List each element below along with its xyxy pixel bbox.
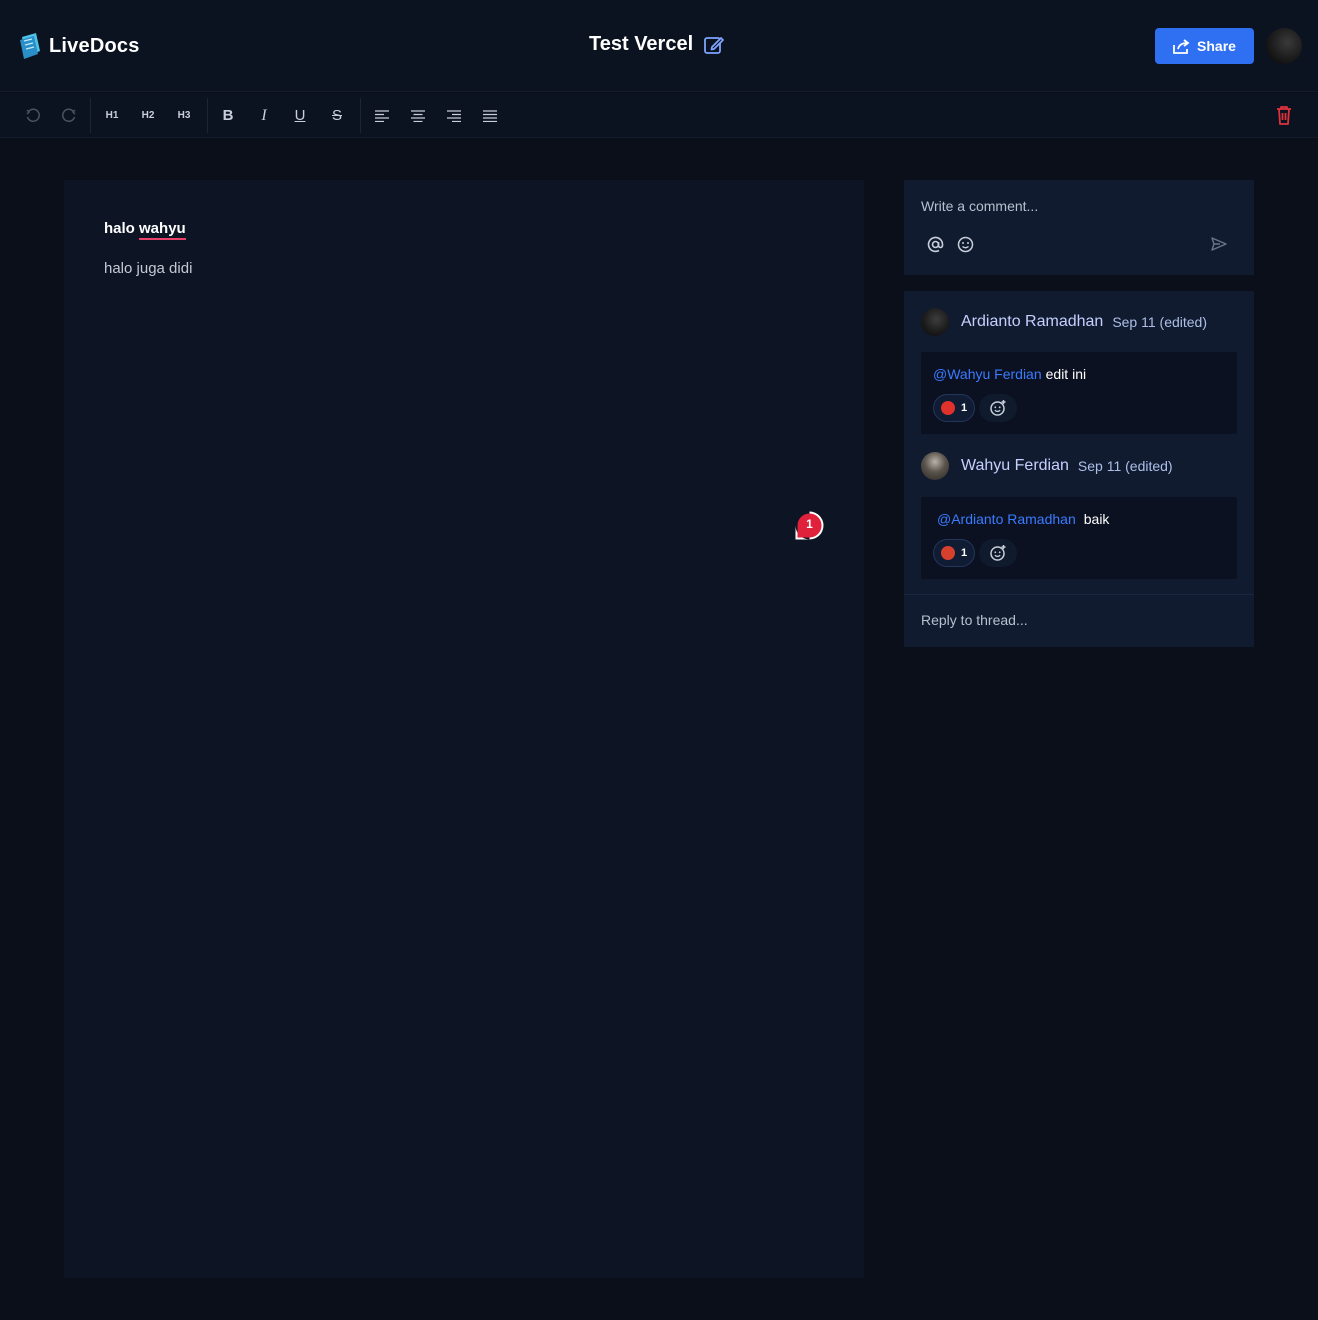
editor-line-2[interactable]: halo juga didi: [104, 260, 192, 277]
mention-button[interactable]: [924, 233, 946, 255]
toolbar-divider: [360, 98, 361, 133]
comment-text: @Wahyu Ferdian edit ini: [933, 366, 1086, 382]
smiley-icon: [957, 236, 973, 252]
mention-link[interactable]: @Ardianto Ramadhan: [937, 511, 1076, 527]
strikethrough-button[interactable]: S: [322, 93, 352, 138]
add-reaction-icon: [990, 400, 1006, 416]
undo-button[interactable]: [18, 93, 48, 138]
align-right-button[interactable]: [439, 93, 469, 138]
editor-line-1[interactable]: halo wahyu: [104, 220, 186, 240]
strikethrough-icon: S: [331, 107, 342, 124]
comment-input[interactable]: [921, 198, 1221, 214]
heading2-button[interactable]: H2: [133, 93, 163, 138]
avatar: [921, 308, 949, 336]
comment-date: Sep 11 (edited): [1112, 314, 1208, 330]
comment-thread-pin[interactable]: 1: [794, 510, 825, 541]
comment-date: Sep 11 (edited): [1077, 458, 1173, 474]
edit-title-icon[interactable]: [703, 34, 725, 56]
document-title[interactable]: Test Vercel: [589, 33, 693, 56]
align-justify-icon: [483, 109, 497, 122]
comment-author: Wahyu Ferdian: [961, 457, 1069, 474]
add-reaction-icon: [990, 545, 1006, 561]
app-header: LiveDocs Test Vercel Share: [0, 0, 1318, 92]
logo[interactable]: LiveDocs: [18, 31, 140, 61]
reply-divider: [904, 594, 1254, 595]
share-label: Share: [1197, 38, 1236, 54]
heading1-button[interactable]: H1: [97, 93, 127, 138]
comment-message: baik: [1083, 511, 1110, 527]
heading1-label: H1: [105, 110, 119, 121]
comment-author: Ardianto Ramadhan: [961, 313, 1104, 330]
underline-icon: U: [294, 107, 306, 124]
align-left-button[interactable]: [367, 93, 397, 138]
italic-icon: I: [261, 106, 267, 124]
ogre-face-icon: [940, 546, 955, 560]
undo-icon: [26, 108, 40, 122]
heading3-label: H3: [177, 110, 191, 121]
send-comment-button[interactable]: [1208, 233, 1230, 255]
redo-icon: [62, 108, 76, 122]
bold-icon: B: [222, 107, 234, 124]
thread-pin-count: 1: [806, 517, 813, 531]
bold-button[interactable]: B: [213, 93, 243, 138]
reaction-count: 1: [960, 547, 968, 559]
share-icon: [1173, 38, 1190, 54]
reaction-count: 1: [960, 402, 968, 414]
document-editor[interactable]: halo wahyu halo juga didi 1: [64, 180, 864, 1278]
mention-link[interactable]: @Wahyu Ferdian: [933, 366, 1042, 382]
send-icon: [1211, 237, 1227, 251]
at-sign-icon: [927, 236, 943, 252]
emoji-button[interactable]: [954, 233, 976, 255]
align-center-button[interactable]: [403, 93, 433, 138]
comment-header: Wahyu Ferdian Sep 11 (edited): [921, 452, 1173, 480]
avatar: [921, 452, 949, 480]
align-justify-button[interactable]: [475, 93, 505, 138]
editor-toolbar: H1 H2 H3 B I U S: [0, 93, 1318, 138]
underline-button[interactable]: U: [285, 93, 315, 138]
comment-body: @Wahyu Ferdian edit ini 1: [921, 352, 1237, 434]
comment-body: @Ardianto Ramadhan baik 1: [921, 497, 1237, 579]
document-title-area: Test Vercel: [589, 33, 725, 56]
add-reaction-button[interactable]: [979, 394, 1017, 422]
livedocs-logo-icon: [20, 33, 40, 59]
heading3-button[interactable]: H3: [169, 93, 199, 138]
line1-text: halo: [104, 220, 140, 237]
comment-text: @Ardianto Ramadhan baik: [937, 511, 1109, 527]
angry-face-icon: [940, 401, 955, 415]
commented-text-highlight[interactable]: wahyu: [139, 220, 186, 240]
comment-composer: [904, 180, 1254, 275]
italic-button[interactable]: I: [249, 93, 279, 138]
user-avatar[interactable]: [1266, 28, 1302, 64]
heading2-label: H2: [141, 110, 155, 121]
comment-message: edit ini: [1045, 366, 1087, 382]
delete-document-icon[interactable]: [1274, 104, 1294, 126]
reaction-pill[interactable]: 1: [933, 394, 975, 422]
reaction-pill[interactable]: 1: [933, 539, 975, 567]
app-name: LiveDocs: [49, 34, 140, 57]
share-button[interactable]: Share: [1155, 28, 1254, 64]
redo-button[interactable]: [54, 93, 84, 138]
comment-header: Ardianto Ramadhan Sep 11 (edited): [921, 308, 1207, 336]
comment-thread: Ardianto Ramadhan Sep 11 (edited) @Wahyu…: [904, 291, 1254, 647]
reply-input[interactable]: [921, 612, 1231, 628]
toolbar-divider: [90, 98, 91, 133]
align-left-icon: [375, 109, 389, 122]
toolbar-divider: [207, 98, 208, 133]
align-right-icon: [447, 109, 461, 122]
add-reaction-button[interactable]: [979, 539, 1017, 567]
align-center-icon: [411, 109, 425, 122]
